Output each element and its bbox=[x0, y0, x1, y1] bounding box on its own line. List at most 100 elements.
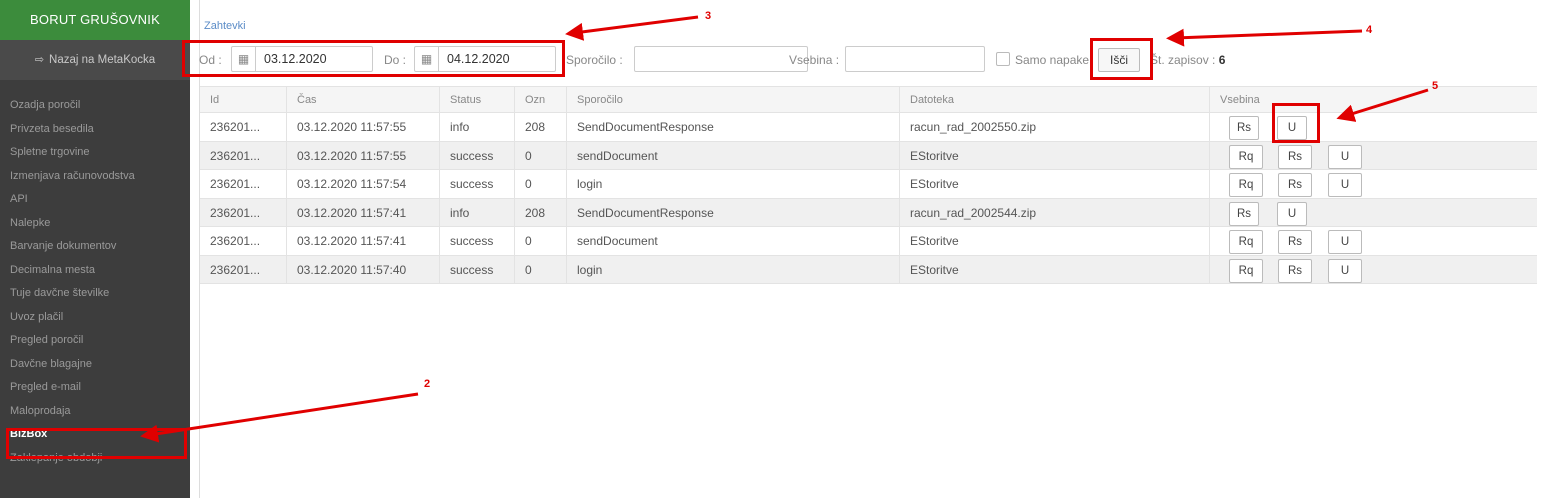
sidebar-item[interactable]: Pregled poročil bbox=[0, 329, 190, 353]
message-cell: sendDocument bbox=[567, 141, 900, 169]
sidebar-item[interactable]: Uvoz plačil bbox=[0, 306, 190, 330]
time-cell: 03.12.2020 11:57:55 bbox=[287, 113, 440, 141]
sidebar-item[interactable]: Privzeta besedila bbox=[0, 118, 190, 142]
record-count: Št. zapisov : 6 bbox=[1150, 53, 1225, 67]
u-button[interactable]: U bbox=[1328, 258, 1362, 283]
rq-button[interactable]: Rq bbox=[1229, 258, 1263, 283]
ozn-cell: 0 bbox=[515, 170, 567, 198]
table-row[interactable]: 236201... 03.12.2020 11:57:41 success 0 send… bbox=[200, 227, 1537, 256]
sidebar-item[interactable]: Decimalna mesta bbox=[0, 259, 190, 283]
rq-button[interactable]: Rq bbox=[1229, 144, 1263, 169]
sidebar-item[interactable]: Spletne trgovine bbox=[0, 141, 190, 165]
sidebar-item[interactable]: Pregled e-mail bbox=[0, 376, 190, 400]
app-root: BORUT GRUŠOVNIK ⇨ Nazaj na MetaKocka Ozad… bbox=[0, 0, 1550, 498]
rs-button[interactable]: Rs bbox=[1229, 116, 1259, 140]
u-button[interactable]: U bbox=[1328, 173, 1362, 197]
u-button[interactable]: U bbox=[1328, 230, 1362, 254]
back-link-label: Nazaj na MetaKocka bbox=[49, 54, 156, 66]
column-header[interactable]: Vsebina bbox=[1210, 87, 1537, 112]
table-row[interactable]: 236201... 03.12.2020 11:57:40 success 0 logi… bbox=[200, 255, 1537, 284]
time-cell: 03.12.2020 11:57:41 bbox=[287, 227, 440, 255]
ozn-cell: 0 bbox=[515, 227, 567, 255]
column-header[interactable]: Čas bbox=[287, 87, 440, 112]
status-cell: info bbox=[440, 113, 515, 141]
errors-only-checkbox[interactable] bbox=[996, 52, 1010, 66]
annotation-box-4 bbox=[1090, 38, 1153, 80]
u-button[interactable]: U bbox=[1277, 201, 1307, 226]
sidebar: BORUT GRUŠOVNIK ⇨ Nazaj na MetaKocka Ozad… bbox=[0, 0, 190, 498]
ozn-cell: 0 bbox=[515, 141, 567, 169]
u-button[interactable]: U bbox=[1328, 144, 1362, 169]
id-cell: 236201... bbox=[200, 141, 287, 169]
sidebar-item[interactable]: API bbox=[0, 188, 190, 212]
sidebar-item[interactable]: Nalepke bbox=[0, 212, 190, 236]
sidebar-item[interactable]: Davčne blagajne bbox=[0, 353, 190, 377]
rq-button[interactable]: Rq bbox=[1229, 173, 1263, 197]
company-name[interactable]: BORUT GRUŠOVNIK bbox=[0, 0, 190, 40]
table-row[interactable]: 236201... 03.12.2020 11:57:55 info 208 SendD… bbox=[200, 113, 1537, 142]
file-cell: racun_rad_2002544.zip bbox=[900, 198, 1210, 226]
id-cell: 236201... bbox=[200, 227, 287, 255]
file-cell: racun_rad_2002550.zip bbox=[900, 113, 1210, 141]
time-cell: 03.12.2020 11:57:40 bbox=[287, 255, 440, 283]
file-cell: EStoritve bbox=[900, 141, 1210, 169]
annotation-box-3 bbox=[182, 40, 565, 77]
breadcrumb[interactable]: Zahtevki bbox=[204, 20, 246, 32]
time-cell: 03.12.2020 11:57:54 bbox=[287, 170, 440, 198]
rq-button[interactable]: Rq bbox=[1229, 230, 1263, 254]
id-cell: 236201... bbox=[200, 170, 287, 198]
sidebar-item[interactable]: Tuje davčne številke bbox=[0, 282, 190, 306]
ozn-cell: 208 bbox=[515, 198, 567, 226]
sidebar-menu: Ozadja poročil Privzeta besedila Spletne t… bbox=[0, 94, 190, 470]
status-cell: success bbox=[440, 227, 515, 255]
table-row[interactable]: 236201... 03.12.2020 11:57:55 success 0 send… bbox=[200, 141, 1537, 170]
table-bottom-border bbox=[200, 283, 1537, 284]
annotation-number-2: 2 bbox=[424, 378, 431, 390]
annotation-number-3: 3 bbox=[705, 10, 712, 22]
message-input[interactable] bbox=[634, 46, 808, 72]
rs-button[interactable]: Rs bbox=[1278, 258, 1312, 283]
file-cell: EStoritve bbox=[900, 170, 1210, 198]
file-cell: EStoritve bbox=[900, 227, 1210, 255]
sign-out-icon: ⇨ bbox=[34, 54, 45, 66]
record-count-value: 6 bbox=[1218, 53, 1226, 67]
message-cell: SendDocumentResponse bbox=[567, 198, 900, 226]
message-cell: login bbox=[567, 255, 900, 283]
ozn-cell: 208 bbox=[515, 113, 567, 141]
id-cell: 236201... bbox=[200, 113, 287, 141]
id-cell: 236201... bbox=[200, 255, 287, 283]
annotation-number-5: 5 bbox=[1432, 80, 1439, 92]
sidebar-item[interactable]: Izmenjava računovodstva bbox=[0, 165, 190, 189]
errors-only-label[interactable]: Samo napake bbox=[1015, 53, 1089, 67]
rs-button[interactable]: Rs bbox=[1278, 230, 1312, 254]
column-header[interactable]: Id bbox=[200, 87, 287, 112]
message-cell: sendDocument bbox=[567, 227, 900, 255]
content-input[interactable] bbox=[845, 46, 985, 72]
ozn-cell: 0 bbox=[515, 255, 567, 283]
message-label: Sporočilo : bbox=[566, 53, 623, 67]
table-row[interactable]: 236201... 03.12.2020 11:57:41 info 208 SendD… bbox=[200, 198, 1537, 227]
status-cell: success bbox=[440, 141, 515, 169]
sidebar-item[interactable]: Ozadja poročil bbox=[0, 94, 190, 118]
table-header: Id Čas Status Ozn Sporočilo Datoteka Vsebina bbox=[200, 86, 1537, 113]
id-cell: 236201... bbox=[200, 198, 287, 226]
rs-button[interactable]: Rs bbox=[1278, 144, 1312, 169]
column-header[interactable]: Ozn bbox=[515, 87, 567, 112]
sidebar-item[interactable]: Maloprodaja bbox=[0, 400, 190, 424]
status-cell: success bbox=[440, 255, 515, 283]
annotation-box-2 bbox=[6, 428, 187, 459]
rs-button[interactable]: Rs bbox=[1278, 173, 1312, 197]
time-cell: 03.12.2020 11:57:55 bbox=[287, 141, 440, 169]
annotation-box-5 bbox=[1272, 103, 1320, 143]
record-count-label: Št. zapisov : bbox=[1150, 53, 1216, 67]
status-cell: success bbox=[440, 170, 515, 198]
message-cell: SendDocumentResponse bbox=[567, 113, 900, 141]
message-cell: login bbox=[567, 170, 900, 198]
column-header[interactable]: Sporočilo bbox=[567, 87, 900, 112]
table-row[interactable]: 236201... 03.12.2020 11:57:54 success 0 logi… bbox=[200, 170, 1537, 199]
back-link[interactable]: ⇨ Nazaj na MetaKocka bbox=[0, 40, 190, 80]
sidebar-item[interactable]: Barvanje dokumentov bbox=[0, 235, 190, 259]
rs-button[interactable]: Rs bbox=[1229, 201, 1259, 226]
column-header[interactable]: Status bbox=[440, 87, 515, 112]
column-header[interactable]: Datoteka bbox=[900, 87, 1210, 112]
